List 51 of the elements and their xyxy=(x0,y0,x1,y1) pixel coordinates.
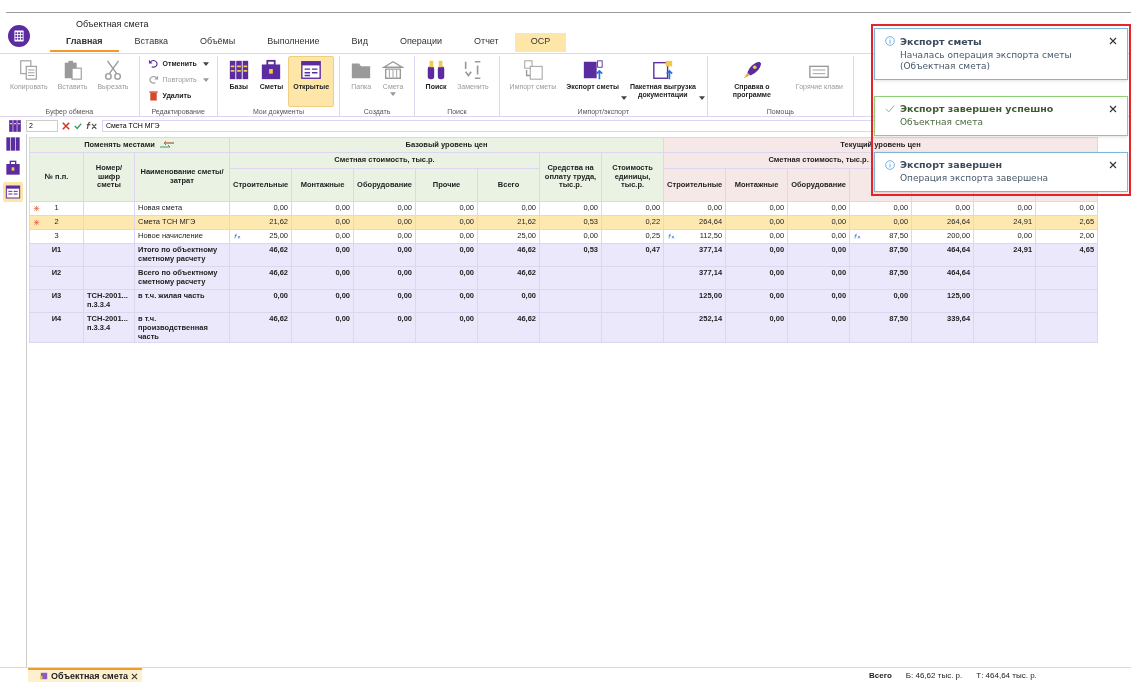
current-total: Т: 464,64 тыс. р. xyxy=(976,670,1037,680)
notification-message: Операция экспорта завершена xyxy=(899,173,1050,185)
document-tab-label: Объектная смета xyxy=(51,671,129,681)
base-total: Б: 46,62 тыс. р. xyxy=(905,670,963,680)
document-tab[interactable]: Объектная смета xyxy=(28,668,143,682)
notification-message: Объектная смета xyxy=(899,117,984,129)
undo-icon xyxy=(147,58,159,69)
notification-title: Экспорт сметы xyxy=(900,35,983,47)
window-icon xyxy=(5,184,21,200)
window-title: Объектная смета xyxy=(76,19,150,29)
ribbon-tab[interactable]: Вставка xyxy=(118,33,185,52)
import-icon xyxy=(521,59,544,81)
window-icon xyxy=(300,59,323,81)
trash-icon xyxy=(147,90,159,101)
binders-icon xyxy=(5,136,21,152)
ribbon-tab[interactable]: Отчет xyxy=(458,33,515,52)
info-icon xyxy=(885,36,895,47)
function-icon[interactable] xyxy=(86,121,98,130)
side-tool-button[interactable] xyxy=(3,182,23,202)
side-tool-button[interactable] xyxy=(3,158,23,178)
binders-icon xyxy=(8,118,22,133)
swap-arrows-icon[interactable] xyxy=(158,140,175,149)
close-icon[interactable] xyxy=(1109,160,1117,169)
ribbon-tab[interactable]: ОСР xyxy=(514,33,567,52)
ribbon-tab[interactable]: Главная xyxy=(50,33,119,52)
info-icon xyxy=(885,159,895,170)
documents-icon xyxy=(17,59,40,81)
ribbon-tab[interactable]: Выполнение xyxy=(251,33,336,52)
redo-icon xyxy=(147,74,159,85)
app-logo-icon xyxy=(8,25,30,47)
notification-title: Экспорт завершен успешно xyxy=(900,103,1055,115)
close-icon[interactable] xyxy=(131,672,139,680)
side-tool-button[interactable] xyxy=(3,134,23,154)
binders-icon xyxy=(227,59,250,81)
check-icon xyxy=(885,103,895,114)
status-label: Всего xyxy=(869,670,892,680)
building-icon xyxy=(382,59,405,81)
notification-title: Экспорт завершен xyxy=(900,159,1004,171)
ribbon-tab[interactable]: Объёмы xyxy=(184,33,252,52)
document-icon xyxy=(40,672,48,680)
briefcase-icon xyxy=(260,59,283,81)
ribbon-tab[interactable]: Вид xyxy=(335,33,384,52)
notification-message: Началась операция экспорта сметы (Объектная смета) xyxy=(899,49,1073,73)
close-icon[interactable] xyxy=(1109,104,1117,113)
cancel-icon[interactable] xyxy=(62,121,70,130)
export-icon xyxy=(581,59,604,81)
confirm-icon[interactable] xyxy=(74,121,82,130)
ribbon-tab[interactable]: Операции xyxy=(383,33,458,52)
batch-icon xyxy=(651,59,674,81)
close-icon[interactable] xyxy=(1109,37,1117,46)
briefcase-icon xyxy=(5,160,21,176)
